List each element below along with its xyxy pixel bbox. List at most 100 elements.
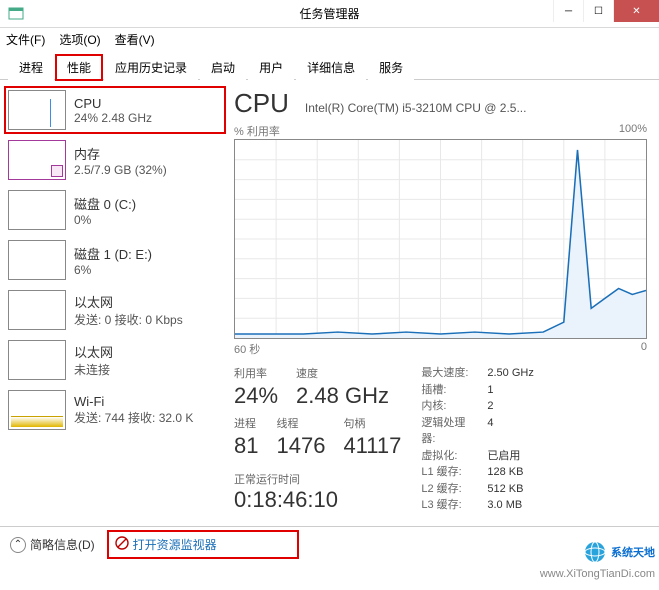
tab-users[interactable]: 用户 xyxy=(248,55,294,80)
spec-key: L2 缓存: xyxy=(421,481,477,498)
menu-view[interactable]: 查看(V) xyxy=(115,31,155,48)
cpu-chart[interactable] xyxy=(234,139,647,339)
spec-row: 插槽: 1 xyxy=(421,382,533,399)
sidebar-item-disk1[interactable]: 磁盘 1 (D: E:) 6% xyxy=(6,238,224,282)
util-label: 利用率 xyxy=(234,365,278,381)
watermark-url: www.XiTongTianDi.com xyxy=(540,568,655,580)
spec-key: 虚拟化: xyxy=(421,448,477,465)
open-resource-monitor-link[interactable]: 打开资源监视器 xyxy=(109,532,297,557)
tab-startup[interactable]: 启动 xyxy=(200,55,246,80)
sidebar-item-label: 以太网 xyxy=(74,292,183,311)
cpu-model: Intel(R) Core(TM) i5-3210M CPU @ 2.5... xyxy=(305,101,527,115)
watermark: 系统天地 xyxy=(583,540,655,564)
spec-row: 最大速度: 2.50 GHz xyxy=(421,365,533,382)
spec-key: 逻辑处理器: xyxy=(421,415,477,448)
menu-file[interactable]: 文件(F) xyxy=(6,31,45,48)
app-icon xyxy=(8,6,24,22)
spec-row: 虚拟化: 已启用 xyxy=(421,448,533,465)
spec-value: 1 xyxy=(487,382,493,399)
proc-value: 81 xyxy=(234,433,258,459)
window-buttons: ─ ☐ ✕ xyxy=(553,0,659,22)
sidebar-item-label: 以太网 xyxy=(74,342,113,361)
spec-key: 最大速度: xyxy=(421,365,477,382)
spec-row: L3 缓存: 3.0 MB xyxy=(421,497,533,514)
menu-options[interactable]: 选项(O) xyxy=(59,31,100,48)
proc-label: 进程 xyxy=(234,415,258,431)
disk-thumb xyxy=(8,240,66,280)
sidebar-item-cpu[interactable]: CPU 24% 2.48 GHz xyxy=(6,88,224,132)
sidebar-item-sub: 发送: 744 接收: 32.0 K xyxy=(74,409,193,426)
minimize-button[interactable]: ─ xyxy=(553,0,583,22)
spec-key: 内核: xyxy=(421,398,477,415)
window-title: 任务管理器 xyxy=(299,5,359,22)
sidebar-item-label: 磁盘 1 (D: E:) xyxy=(74,244,152,263)
sidebar-item-sub: 6% xyxy=(74,263,152,277)
sidebar-item-label: Wi-Fi xyxy=(74,394,193,409)
speed-value: 2.48 GHz xyxy=(296,383,389,409)
content: CPU 24% 2.48 GHz 内存 2.5/7.9 GB (32%) 磁盘 … xyxy=(0,80,659,540)
chart-label-top-left: % 利用率 xyxy=(234,123,280,139)
thread-value: 1476 xyxy=(276,433,325,459)
disk-thumb xyxy=(8,190,66,230)
ethernet-thumb xyxy=(8,340,66,380)
spec-value: 512 KB xyxy=(487,481,523,498)
sidebar-item-memory[interactable]: 内存 2.5/7.9 GB (32%) xyxy=(6,138,224,182)
util-value: 24% xyxy=(234,383,278,409)
maximize-button[interactable]: ☐ xyxy=(583,0,613,22)
handle-label: 句柄 xyxy=(343,415,401,431)
fewer-details-button[interactable]: ⌃ 简略信息(D) xyxy=(10,536,95,553)
sidebar-item-sub: 2.5/7.9 GB (32%) xyxy=(74,163,167,177)
spec-row: L1 缓存: 128 KB xyxy=(421,464,533,481)
sidebar-item-disk0[interactable]: 磁盘 0 (C:) 0% xyxy=(6,188,224,232)
sidebar-item-label: CPU xyxy=(74,96,152,111)
bottom-bar: ⌃ 简略信息(D) 打开资源监视器 xyxy=(0,526,659,562)
globe-icon xyxy=(583,540,607,564)
sidebar-item-sub: 发送: 0 接收: 0 Kbps xyxy=(74,311,183,328)
tabs: 进程 性能 应用历史记录 启动 用户 详细信息 服务 xyxy=(0,50,659,80)
spec-value: 已启用 xyxy=(487,448,520,465)
spec-key: 插槽: xyxy=(421,382,477,399)
resmon-icon xyxy=(115,536,129,553)
cpu-thumb xyxy=(8,90,66,130)
spec-row: L2 缓存: 512 KB xyxy=(421,481,533,498)
sidebar-item-label: 磁盘 0 (C:) xyxy=(74,194,136,213)
tab-details[interactable]: 详细信息 xyxy=(296,55,366,80)
menu-bar: 文件(F) 选项(O) 查看(V) xyxy=(0,28,659,50)
sidebar-item-ethernet0[interactable]: 以太网 发送: 0 接收: 0 Kbps xyxy=(6,288,224,332)
spec-value: 4 xyxy=(487,415,493,448)
uptime-value: 0:18:46:10 xyxy=(234,487,401,513)
spec-table: 最大速度:2.50 GHz插槽:1内核:2逻辑处理器:4虚拟化:已启用L1 缓存… xyxy=(421,365,533,514)
spec-value: 128 KB xyxy=(487,464,523,481)
sidebar-item-ethernet1[interactable]: 以太网 未连接 xyxy=(6,338,224,382)
spec-value: 2.50 GHz xyxy=(487,365,533,382)
wifi-thumb xyxy=(8,390,66,430)
tab-processes[interactable]: 进程 xyxy=(8,55,54,80)
tab-history[interactable]: 应用历史记录 xyxy=(104,55,198,80)
spec-key: L3 缓存: xyxy=(421,497,477,514)
handle-value: 41117 xyxy=(343,433,401,459)
spec-value: 2 xyxy=(487,398,493,415)
spec-key: L1 缓存: xyxy=(421,464,477,481)
thread-label: 线程 xyxy=(276,415,325,431)
chart-label-bottom-right: 0 xyxy=(641,341,647,357)
title-bar: 任务管理器 ─ ☐ ✕ xyxy=(0,0,659,28)
ethernet-thumb xyxy=(8,290,66,330)
spec-row: 逻辑处理器: 4 xyxy=(421,415,533,448)
sidebar-item-label: 内存 xyxy=(74,144,167,163)
chart-label-top-right: 100% xyxy=(619,123,647,139)
main-title: CPU xyxy=(234,88,289,119)
close-button[interactable]: ✕ xyxy=(613,0,659,22)
chart-label-bottom-left: 60 秒 xyxy=(234,341,260,357)
spec-row: 内核: 2 xyxy=(421,398,533,415)
sidebar-item-sub: 未连接 xyxy=(74,361,113,378)
chevron-up-icon: ⌃ xyxy=(10,537,26,553)
tab-performance[interactable]: 性能 xyxy=(56,55,102,80)
speed-label: 速度 xyxy=(296,365,389,381)
uptime-label: 正常运行时间 xyxy=(234,471,401,487)
sidebar-item-wifi[interactable]: Wi-Fi 发送: 744 接收: 32.0 K xyxy=(6,388,224,432)
spec-value: 3.0 MB xyxy=(487,497,522,514)
main-panel: CPU Intel(R) Core(TM) i5-3210M CPU @ 2.5… xyxy=(230,80,659,540)
tab-services[interactable]: 服务 xyxy=(368,55,414,80)
memory-thumb xyxy=(8,140,66,180)
sidebar-item-sub: 0% xyxy=(74,213,136,227)
